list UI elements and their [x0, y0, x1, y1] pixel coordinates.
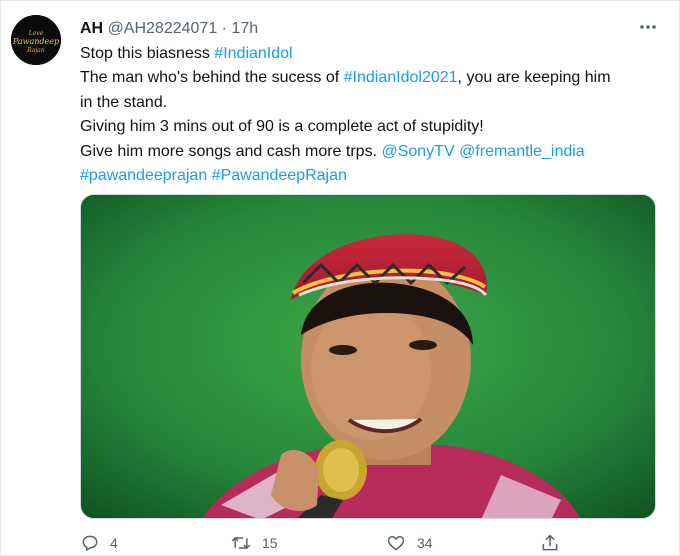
tweet-text: Stop this biasness #IndianIdol The man wh…: [80, 42, 660, 188]
mention-link[interactable]: @SonyTV: [381, 143, 454, 160]
tweet-text-line: The man who's behind the sucess of #Indi…: [80, 66, 660, 90]
retweet-icon: [231, 537, 251, 549]
tweet-text-segment: , you are keeping him: [457, 69, 611, 87]
more-icon: [640, 25, 656, 29]
tweet-text-line: in the stand.: [80, 91, 660, 115]
tweet-text-line: Give him more songs and cash more trps. …: [80, 140, 660, 164]
tweet-text-segment: The man who's behind the sucess of: [80, 69, 344, 87]
tweet-text-line: #pawandeeprajan #PawandeepRajan: [80, 164, 660, 188]
tweet-text-segment: Stop this biasness: [80, 45, 215, 62]
like-icon: [387, 536, 405, 551]
separator-dot: ·: [221, 20, 227, 37]
tweet-actions: 4 15 34: [80, 531, 660, 555]
tweet-text-segment: Give him more songs and cash more trps.: [80, 142, 382, 160]
like-button[interactable]: 34: [385, 531, 433, 555]
tweet-header: AH @AH28224071 · 17h: [80, 17, 258, 41]
tweet-text-line: Giving him 3 mins out of 90 is a complet…: [80, 115, 660, 139]
svg-text:Rajan: Rajan: [26, 47, 45, 54]
hashtag-link[interactable]: #PawandeepRajan: [212, 167, 347, 184]
more-options-button[interactable]: [633, 15, 663, 39]
author-name[interactable]: AH: [80, 20, 103, 37]
tweet-image[interactable]: [80, 194, 656, 519]
share-icon: [542, 534, 558, 551]
reply-button[interactable]: 4: [80, 531, 118, 555]
svg-text:Love: Love: [28, 30, 44, 37]
author-handle[interactable]: @AH28224071: [108, 20, 218, 37]
tweet-text-segment: Giving him 3 mins out of 90 is a complet…: [80, 118, 484, 136]
hashtag-link[interactable]: #pawandeeprajan: [80, 167, 207, 184]
mention-link[interactable]: @fremantle_india: [459, 143, 585, 160]
like-count: 34: [417, 535, 433, 551]
svg-text:Pawandeep: Pawandeep: [12, 37, 59, 46]
avatar[interactable]: Love Pawandeep Rajan: [11, 15, 61, 65]
retweet-count: 15: [262, 535, 278, 551]
retweet-button[interactable]: 15: [230, 531, 278, 555]
tweet-text-line: Stop this biasness #IndianIdol: [80, 42, 660, 66]
timestamp[interactable]: 17h: [231, 20, 258, 37]
hashtag-link[interactable]: #IndianIdol: [214, 45, 292, 62]
reply-count: 4: [110, 535, 118, 551]
hashtag-link[interactable]: #IndianIdol2021: [344, 69, 458, 86]
reply-icon: [82, 535, 98, 551]
share-button[interactable]: [540, 531, 560, 555]
tweet-text-segment: in the stand.: [80, 93, 168, 111]
tweet-card[interactable]: Love Pawandeep Rajan AH @AH28224071 · 17…: [0, 0, 680, 556]
